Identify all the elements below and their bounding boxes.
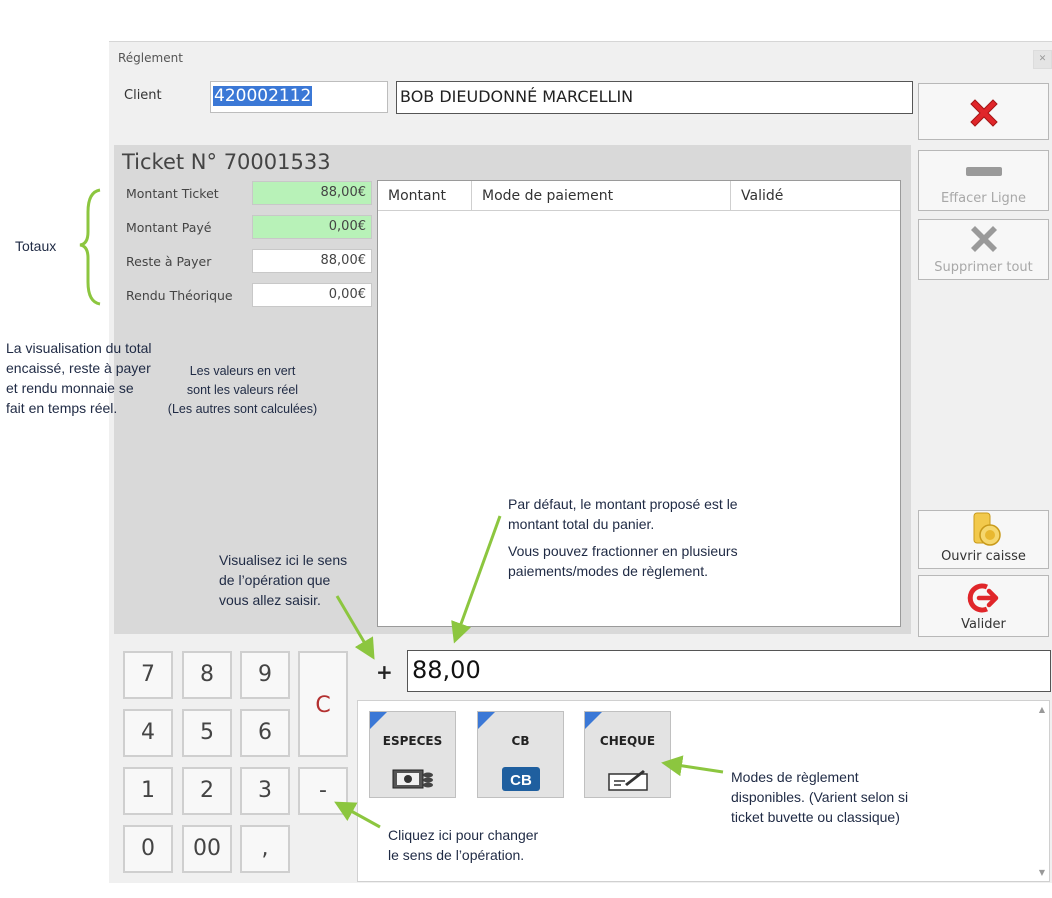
annotation-default-amount: Par défaut, le montant proposé est le mo… [508, 496, 738, 532]
key-0[interactable]: 0 [123, 825, 173, 873]
open-drawer-label: Ouvrir caisse [941, 549, 1026, 564]
annotation-sign-view: Visualisez ici le sens de l’opération qu… [219, 552, 348, 608]
sign-toggle-key[interactable]: - [298, 767, 348, 815]
clear-key[interactable]: C [298, 651, 348, 757]
annotation-green-values: Les valeurs en vert sont les valeurs rée… [167, 364, 318, 416]
scroll-up-icon[interactable]: ▲ [1039, 705, 1045, 714]
key-00[interactable]: 00 [182, 825, 232, 873]
minus-icon [966, 167, 1002, 176]
red-x-icon [970, 99, 998, 127]
close-icon[interactable]: ✕ [1033, 50, 1052, 69]
column-header-mode[interactable]: Mode de paiement [472, 181, 731, 211]
coins-icon [973, 512, 1001, 546]
payment-mode-label: CHEQUE [599, 734, 656, 748]
total-label-remaining: Reste à Payer [126, 254, 212, 269]
payment-mode-cb[interactable]: CB CB [477, 711, 564, 798]
mode-corner-marker [585, 712, 602, 729]
operation-sign: + [376, 660, 393, 684]
key-7[interactable]: 7 [123, 651, 173, 699]
window-title: Réglement [118, 51, 183, 65]
key-8[interactable]: 8 [182, 651, 232, 699]
client-name-field[interactable]: BOB DIEUDONNÉ MARCELLIN [396, 81, 913, 114]
gray-x-icon [971, 226, 997, 252]
key-1[interactable]: 1 [123, 767, 173, 815]
validate-label: Valider [961, 617, 1006, 632]
exit-arrow-icon [967, 583, 999, 613]
total-value-ticket: 88,00€ [252, 181, 372, 205]
cancel-button[interactable] [918, 83, 1049, 140]
payment-mode-label: ESPECES [382, 734, 443, 748]
total-label-change: Rendu Théorique [126, 288, 233, 303]
payment-mode-especes[interactable]: ESPECES [369, 711, 456, 798]
payment-mode-cheque[interactable]: CHEQUE [584, 711, 671, 798]
erase-line-button[interactable]: Effacer Ligne [918, 150, 1049, 211]
total-label-paid: Montant Payé [126, 220, 212, 235]
total-label-ticket: Montant Ticket [126, 186, 219, 201]
key-6[interactable]: 6 [240, 709, 290, 757]
total-value-change: 0,00€ [252, 283, 372, 307]
payment-mode-label: CB [511, 734, 530, 748]
key-9[interactable]: 9 [240, 651, 290, 699]
cheque-icon [608, 770, 648, 791]
scroll-down-icon[interactable]: ▼ [1039, 868, 1045, 877]
totals-brace [79, 188, 101, 306]
annotation-realtime: La visualisation du total encaissé, rest… [6, 340, 152, 416]
key-2[interactable]: 2 [182, 767, 232, 815]
column-header-validated[interactable]: Validé [731, 181, 900, 211]
annotation-sign-change: Cliquez ici pour changer le sens de l’op… [388, 827, 539, 863]
mode-corner-marker [478, 712, 495, 729]
cash-icon [392, 769, 433, 789]
ticket-title: Ticket N° 70001533 [122, 150, 331, 174]
delete-all-label: Supprimer tout [934, 260, 1033, 275]
key-5[interactable]: 5 [182, 709, 232, 757]
annotation-totaux: Totaux [15, 238, 57, 254]
erase-line-label: Effacer Ligne [940, 191, 1027, 206]
delete-all-button[interactable]: Supprimer tout [918, 219, 1049, 280]
total-value-paid: 0,00€ [252, 215, 372, 239]
client-code-value: 420002112 [213, 86, 313, 106]
annotation-modes: Modes de règlement disponibles. (Varient… [731, 769, 909, 825]
mode-corner-marker [370, 712, 387, 729]
cb-card-icon: CB [502, 767, 540, 791]
amount-input[interactable]: 88,00 [407, 650, 1051, 692]
column-header-amount[interactable]: Montant [378, 181, 472, 211]
key-4[interactable]: 4 [123, 709, 173, 757]
client-label: Client [124, 88, 162, 103]
key-3[interactable]: 3 [240, 767, 290, 815]
open-drawer-button[interactable]: Ouvrir caisse [918, 510, 1049, 569]
total-value-remaining: 88,00€ [252, 249, 372, 273]
annotation-split: Vous pouvez fractionner en plusieurs pai… [508, 543, 738, 579]
svg-text:CB: CB [510, 772, 532, 789]
key-comma[interactable]: , [240, 825, 290, 873]
client-code-input[interactable]: 420002112 [210, 81, 388, 113]
validate-button[interactable]: Valider [918, 575, 1049, 637]
